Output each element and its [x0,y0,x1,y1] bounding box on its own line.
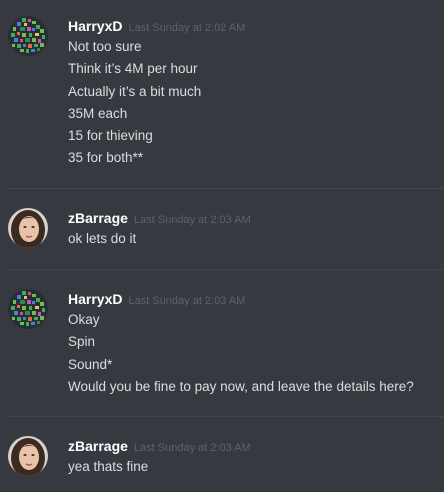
message-text: Not too sure [68,39,142,54]
username[interactable]: zBarrage [68,436,128,456]
message-text: 35 for both** [68,150,144,166]
username[interactable]: HarryxD [68,16,122,36]
timestamp: Last Sunday at 2:03 AM [133,214,251,226]
username[interactable]: zBarrage [68,208,128,228]
message-header: zBarrage Last Sunday at 2:03 AM [68,208,436,228]
message-text: Actually it’s a bit much [68,83,202,99]
timestamp: Last Sunday at 2:03 AM [133,442,251,454]
chat-message-list: HarryxD Last Sunday at 2:02 AM Not too s… [0,0,444,492]
message-text: 35M each [68,105,128,121]
message-text: Would you be fine to pay now, and leave … [68,378,414,394]
message-header: HarryxD Last Sunday at 2:03 AM [68,289,436,309]
pixel-art-avatar-icon[interactable] [8,289,48,329]
message-text: Spin [68,334,96,350]
message-text: ok lets do it [68,231,137,246]
message-group: zBarrage Last Sunday at 2:03 AM ok lets … [0,208,444,250]
message-text: Okay [68,312,100,327]
message-text: Sound* [68,356,113,372]
pixel-art-avatar-icon[interactable] [8,16,48,56]
timestamp: Last Sunday at 2:02 AM [128,22,246,34]
face-avatar-icon[interactable] [8,436,48,476]
message-divider [8,269,444,270]
message-text: yea thats fine [68,459,149,474]
message-group: HarryxD Last Sunday at 2:02 AM Not too s… [0,0,444,170]
message-header: HarryxD Last Sunday at 2:02 AM [68,16,436,36]
message-text: 15 for thieving [68,128,153,144]
username[interactable]: HarryxD [68,289,122,309]
timestamp: Last Sunday at 2:03 AM [128,295,246,307]
message-group: zBarrage Last Sunday at 2:03 AM yea that… [0,436,444,478]
message-divider [8,188,444,189]
message-group: HarryxD Last Sunday at 2:03 AM Okay Spin… [0,289,444,398]
message-header: zBarrage Last Sunday at 2:03 AM [68,436,436,456]
message-divider [8,416,444,417]
message-text: Think it’s 4M per hour [68,61,198,77]
face-avatar-icon[interactable] [8,208,48,248]
